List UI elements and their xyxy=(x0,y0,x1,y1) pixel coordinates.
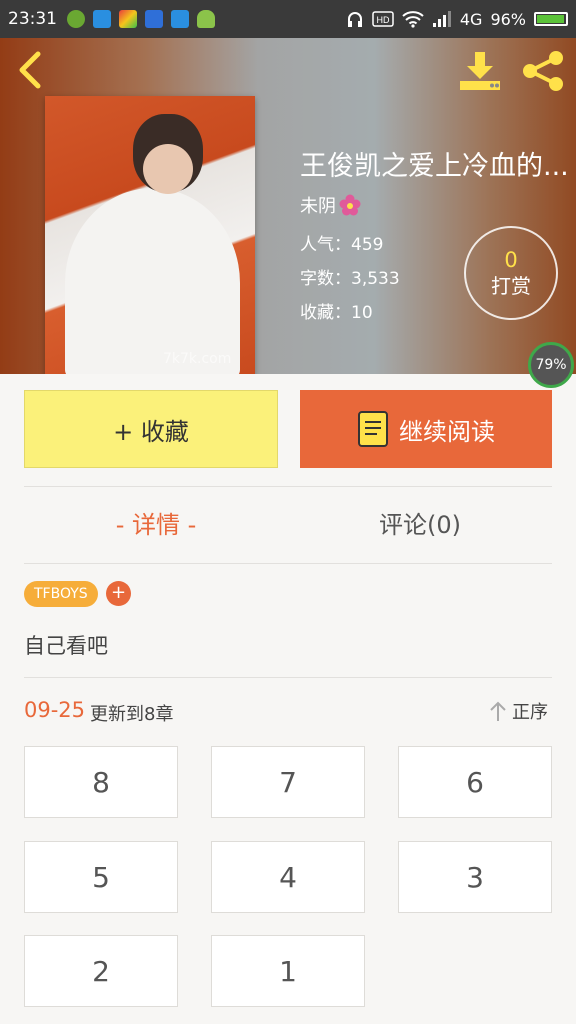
tab-detail[interactable]: - 详情 - xyxy=(24,500,288,550)
blue-signal-icon xyxy=(93,10,111,28)
add-tag-button[interactable]: + xyxy=(106,581,131,606)
update-text: 更新到8章 xyxy=(90,704,174,725)
cover-figure-sweater xyxy=(65,188,240,374)
sort-label: 正序 xyxy=(512,702,548,723)
tip-count: 0 xyxy=(504,248,518,272)
battery-percent: 96% xyxy=(490,9,526,29)
chapter-button-3[interactable]: 3 xyxy=(398,841,552,913)
cover-figure-face xyxy=(143,144,193,194)
network-type: 4G xyxy=(459,9,483,29)
share-icon xyxy=(523,51,563,91)
tip-label: 打赏 xyxy=(491,274,531,298)
divider xyxy=(24,563,552,564)
chapter-button-7[interactable]: 7 xyxy=(211,746,365,818)
author-name[interactable]: 未阴 xyxy=(300,192,336,218)
green-circle-icon xyxy=(67,10,85,28)
wifi-icon xyxy=(402,11,424,28)
signal-icon xyxy=(432,11,451,27)
book-description: 自己看吧 xyxy=(24,634,108,658)
book-icon xyxy=(358,411,388,447)
status-time: 23:31 xyxy=(8,9,57,29)
popularity-stat: 人气：459 xyxy=(300,235,384,255)
tip-button[interactable]: 0 打赏 xyxy=(464,226,558,320)
chapter-button-1[interactable]: 1 xyxy=(211,935,365,1007)
status-bar: 23:31 HD 4G 96% xyxy=(0,0,576,38)
chapter-button-2[interactable]: 2 xyxy=(24,935,178,1007)
battery-icon xyxy=(534,12,568,26)
share-button[interactable] xyxy=(520,50,566,92)
svg-text:HD: HD xyxy=(376,15,389,25)
chapter-button-8[interactable]: 8 xyxy=(24,746,178,818)
sort-toggle[interactable]: 正序 xyxy=(488,698,548,724)
chapter-button-4[interactable]: 4 xyxy=(211,841,365,913)
book-title: 王俊凯之爱上冷血的... xyxy=(300,151,569,182)
android-icon xyxy=(197,10,215,28)
download-icon xyxy=(460,52,500,90)
progress-badge[interactable]: 79% xyxy=(528,342,574,388)
paw-icon xyxy=(145,10,163,28)
continue-reading-button[interactable]: 继续阅读 xyxy=(300,390,552,468)
flower-icon xyxy=(339,194,361,216)
continue-reading-label: 继续阅读 xyxy=(399,417,495,446)
chapter-button-5[interactable]: 5 xyxy=(24,841,178,913)
divider xyxy=(24,677,552,678)
author-row[interactable]: 未阴 xyxy=(300,192,361,218)
scan-icon xyxy=(171,10,189,28)
back-button[interactable] xyxy=(12,50,50,90)
hd-icon: HD xyxy=(372,11,394,27)
favorites-stat: 收藏：10 xyxy=(300,303,373,323)
word-count-stat: 字数：3,533 xyxy=(300,269,400,289)
status-right: HD 4G 96% xyxy=(346,10,568,29)
chapter-button-6[interactable]: 6 xyxy=(398,746,552,818)
tab-comments[interactable]: 评论(0) xyxy=(288,500,552,550)
book-header: 7k7k.com 王俊凯之爱上冷血的... 未阴 人气：459 字数：3,533… xyxy=(0,38,576,374)
update-date: 09-25 xyxy=(24,698,86,722)
chevron-left-icon xyxy=(19,51,41,89)
headphones-icon xyxy=(347,12,362,27)
tag-tfboys[interactable]: TFBOYS xyxy=(24,581,98,607)
add-favorite-button[interactable]: + 收藏 xyxy=(24,390,278,468)
book-cover[interactable]: 7k7k.com xyxy=(45,96,255,374)
colorful-app-icon xyxy=(119,10,137,28)
download-button[interactable] xyxy=(458,50,502,92)
battery-fill xyxy=(537,15,564,23)
cover-watermark: 7k7k.com xyxy=(163,351,232,367)
arrow-up-icon xyxy=(490,701,506,721)
divider xyxy=(24,486,552,487)
